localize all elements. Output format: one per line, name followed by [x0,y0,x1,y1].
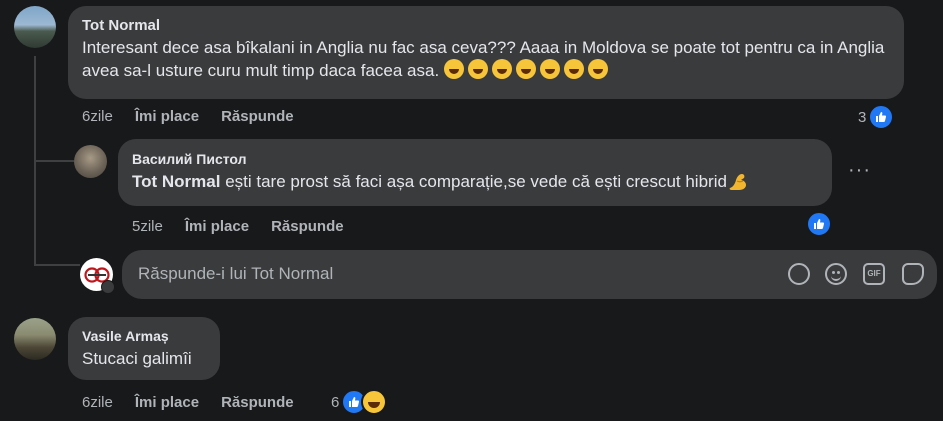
comment-timestamp[interactable]: 6zile [82,108,113,125]
comment-author[interactable]: Vasile Armaș [82,328,206,344]
reply-button[interactable]: Răspunde [271,218,344,235]
avatar-vasilii-pistol[interactable] [74,145,107,178]
like-button[interactable]: Îmi place [135,108,199,125]
avatar-status-chevron-icon [101,280,115,294]
gif-icon[interactable]: GIF [863,263,885,285]
comment-timestamp[interactable]: 5zile [132,218,163,235]
comment-text: Tot Normal ești tare prost să faci așa c… [132,170,818,193]
comment-timestamp[interactable]: 6zile [82,394,113,411]
avatar-tot-normal[interactable] [14,6,56,48]
reaction-count: 6 [331,393,340,411]
comment-body: ești tare prost să faci așa comparație,s… [220,172,727,191]
laughing-emoji-icon [587,59,608,79]
more-options-button[interactable]: ··· [848,160,871,180]
comment-bubble-1: Tot Normal Interesant dece asa bîkalani … [68,6,904,99]
thread-connector-input [34,264,80,266]
sticker-icon[interactable] [902,263,924,285]
comment-author[interactable]: Tot Normal [82,17,890,34]
reply-placeholder: Răspunde-i lui Tot Normal [138,264,334,283]
avatar-sticker-icon[interactable] [788,263,810,285]
like-reaction-icon [868,104,895,130]
comment-text: Interesant dece asa bîkalani in Anglia n… [82,36,890,82]
laughing-emoji-icon [515,59,536,79]
reply-button[interactable]: Răspunde [221,394,294,411]
laughing-emoji-icon [467,59,488,79]
comment-actions-3: 6zile Îmi place Răspunde [82,394,294,411]
comment-actions-1: 6zile Îmi place Răspunde [82,108,294,125]
laughing-emoji-icon [563,59,584,79]
laughing-emoji-icon [491,59,512,79]
flexed-biceps-emoji-icon [727,171,749,191]
laughing-emoji-icon [539,59,560,79]
comment-author[interactable]: Василий Пистол [132,151,818,167]
reply-button[interactable]: Răspunde [221,108,294,125]
emoji-icon[interactable] [825,263,847,285]
thread-connector-reply [34,160,74,162]
laughing-emoji-icon [443,59,464,79]
comment-bubble-2: Василий Пистол Tot Normal ești tare pros… [118,139,832,206]
reaction-summary-1[interactable]: 3 [858,104,895,130]
reaction-count: 3 [858,108,867,126]
comment-actions-2: 5zile Îmi place Răspunde [132,218,344,235]
haha-reaction-icon [361,389,388,415]
like-reaction-icon [806,211,832,237]
laughing-emoji-group [443,59,612,80]
mention-link[interactable]: Tot Normal [132,172,220,191]
like-button[interactable]: Îmi place [185,218,249,235]
avatar-vasile-armas[interactable] [14,318,56,360]
comment-bubble-3: Vasile Armaș Stucaci galimîi [68,317,220,380]
comment-body: Stucaci galimîi [82,349,192,368]
reply-input[interactable]: Răspunde-i lui Tot Normal GIF [122,250,937,299]
reaction-summary-3[interactable]: 6 [331,389,388,415]
like-button[interactable]: Îmi place [135,394,199,411]
reaction-summary-2[interactable] [806,211,832,237]
